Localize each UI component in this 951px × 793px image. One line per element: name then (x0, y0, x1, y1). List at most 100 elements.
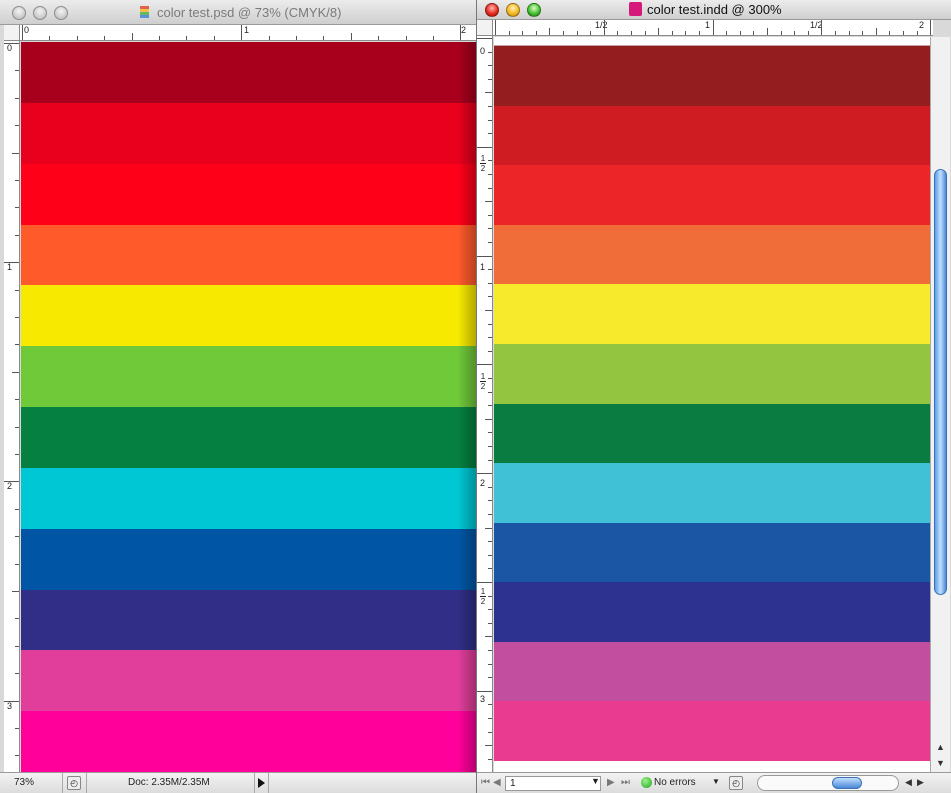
pasteboard[interactable] (494, 37, 930, 772)
ruler-tick (241, 25, 243, 40)
ruler-label: 1 (7, 262, 13, 272)
ruler-tick (488, 391, 492, 393)
ruler-tick (460, 25, 462, 40)
ruler-tick (12, 591, 19, 592)
horizontal-ruler[interactable]: 1/2 1 1/2 2 (493, 20, 933, 36)
scroll-left-arrow-icon[interactable]: ◀ (905, 777, 912, 788)
ruler-tick (488, 323, 492, 325)
ruler-tick (488, 51, 492, 53)
status-menu-arrow-icon[interactable] (258, 778, 265, 788)
ruler-tick (104, 36, 106, 40)
ruler-tick (644, 31, 646, 35)
ruler-tick (15, 426, 19, 428)
color-swatch-band (494, 224, 930, 286)
horizontal-scroll-thumb[interactable] (832, 777, 862, 789)
vertical-ruler[interactable]: 0 12 1 12 2 12 3 (477, 36, 493, 772)
ruler-tick (485, 201, 492, 203)
psd-canvas[interactable] (21, 42, 476, 772)
scroll-down-arrow-icon[interactable]: ▼ (936, 758, 945, 768)
minimize-button[interactable] (506, 3, 520, 17)
open-in-bridge-icon[interactable]: ◴ (729, 776, 743, 790)
page-menu-chevron-down-icon[interactable]: ▼ (591, 776, 600, 786)
ruler-origin[interactable] (4, 25, 20, 41)
horizontal-ruler[interactable]: 0 1 2 (20, 25, 476, 41)
ruler-tick (477, 38, 492, 39)
ruler-label: 2 (919, 20, 925, 30)
scroll-up-arrow-icon[interactable]: ▲ (936, 742, 945, 752)
ruler-tick (488, 174, 492, 175)
zoom-level[interactable]: 73% (14, 777, 64, 788)
ruler-tick (488, 500, 492, 502)
color-swatch-band (21, 346, 476, 408)
vertical-scroll-thumb[interactable] (934, 169, 947, 595)
indesign-document-window[interactable]: color test.indd @ 300% 1/2 1 1/2 2 0 12 … (476, 0, 951, 793)
ruler-tick (22, 25, 23, 40)
ruler-tick (488, 622, 492, 624)
indd-page[interactable] (494, 46, 930, 761)
last-page-icon[interactable]: ⏭ (621, 777, 630, 788)
ruler-tick (488, 609, 492, 611)
ruler-label: 2 (7, 481, 13, 491)
ruler-label: 0 (24, 25, 30, 35)
zoom-button[interactable] (527, 3, 541, 17)
ruler-label: 2 (461, 25, 467, 35)
page-number-field[interactable]: 1 (505, 776, 601, 791)
previous-page-icon[interactable]: ◀ (493, 777, 501, 788)
ruler-tick (131, 33, 133, 40)
ruler-tick (323, 36, 325, 40)
zoom-button[interactable] (54, 6, 68, 20)
preflight-status[interactable]: No errors (654, 777, 696, 788)
close-button[interactable] (485, 3, 499, 17)
ruler-tick (488, 718, 492, 719)
ruler-tick (903, 31, 904, 35)
ruler-tick (488, 568, 492, 570)
ruler-tick (488, 758, 492, 760)
color-swatch-band (21, 42, 476, 104)
preflight-status-icon (641, 777, 652, 788)
ruler-tick (780, 31, 782, 35)
ruler-tick (15, 728, 19, 729)
scroll-right-arrow-icon[interactable]: ▶ (917, 777, 924, 788)
right-title-text: color test.indd @ 300% (647, 2, 782, 17)
vertical-scrollbar[interactable]: ▲ ▼ (930, 37, 950, 774)
ruler-tick (488, 228, 492, 230)
color-swatch-band (494, 165, 930, 226)
ruler-tick (485, 527, 492, 529)
right-title-bar[interactable]: color test.indd @ 300% (477, 0, 951, 20)
preflight-menu-chevron-down-icon[interactable]: ▼ (712, 777, 720, 786)
ruler-tick (488, 554, 492, 556)
first-page-icon[interactable]: ⏮ (481, 777, 490, 788)
close-button[interactable] (12, 6, 26, 20)
ruler-tick (15, 673, 19, 675)
ruler-tick (535, 31, 537, 35)
ruler-tick (916, 31, 918, 35)
ruler-tick (433, 36, 434, 40)
ruler-tick (603, 20, 605, 35)
photoshop-document-window[interactable]: color test.psd @ 73% (CMYK/8) 0 1 2 0 1 … (0, 0, 476, 793)
ruler-tick (488, 731, 492, 733)
ruler-tick (15, 97, 19, 99)
status-options-icon[interactable]: ◴ (67, 776, 81, 790)
ruler-tick (488, 282, 492, 284)
ruler-tick (488, 296, 492, 298)
ruler-label: 1 (480, 262, 486, 272)
ruler-tick (488, 459, 492, 461)
ruler-tick (15, 755, 19, 757)
horizontal-scrollbar[interactable] (757, 775, 899, 791)
ruler-origin[interactable] (477, 20, 493, 36)
minimize-button[interactable] (33, 6, 47, 20)
ruler-tick (590, 31, 592, 35)
color-swatch-band (494, 343, 930, 405)
ruler-tick (477, 473, 492, 475)
ruler-tick (488, 663, 492, 665)
next-page-icon[interactable]: ▶ (607, 777, 615, 788)
color-swatch-band (494, 46, 930, 107)
ruler-tick (213, 36, 215, 40)
ruler-tick (794, 31, 796, 35)
left-title-bar[interactable]: color test.psd @ 73% (CMYK/8) (0, 0, 476, 25)
ruler-tick (15, 125, 19, 127)
vertical-ruler[interactable]: 0 1 2 3 (4, 41, 20, 772)
color-swatch-band (21, 650, 476, 713)
ruler-tick (821, 20, 823, 35)
ruler-tick (508, 31, 510, 35)
